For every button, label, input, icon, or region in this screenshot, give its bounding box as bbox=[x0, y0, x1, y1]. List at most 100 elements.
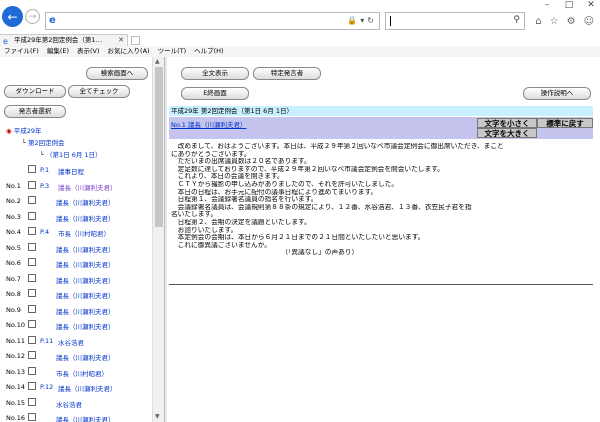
row-speaker-link[interactable]: 議長（川瀬利夫君） bbox=[56, 213, 115, 223]
row-speaker-link[interactable]: 議長（川瀬利夫君） bbox=[56, 352, 115, 362]
row-number: No.12 bbox=[6, 352, 26, 360]
row-speaker-link[interactable]: 議長（川瀬利夫君） bbox=[56, 290, 115, 300]
row-speaker-link[interactable]: 議長（川瀬利夫君） bbox=[58, 383, 117, 393]
row-speaker-link[interactable]: 水谷浩君 bbox=[58, 337, 84, 347]
row-checkbox[interactable] bbox=[28, 227, 36, 235]
check-all-button[interactable]: 全てチェック bbox=[68, 85, 130, 98]
menu-favorites[interactable]: お気に入り(A) bbox=[108, 46, 150, 57]
row-checkbox[interactable] bbox=[28, 351, 36, 359]
page-content: 検索画面へ ダウンロード 全てチェック 発言者選択 ◉ 平成29年 └ 第2回定… bbox=[0, 57, 600, 422]
speaker-select-button[interactable]: 発言者選択 bbox=[4, 105, 66, 118]
specific-speaker-button[interactable]: 特定発言者 bbox=[253, 67, 321, 80]
row-page[interactable]: P.1 bbox=[40, 166, 49, 174]
download-button[interactable]: ダウンロード bbox=[4, 85, 66, 98]
row-speaker-link[interactable]: 議事日程 bbox=[58, 166, 84, 176]
row-speaker-link[interactable]: 市長（川村昭君） bbox=[56, 368, 108, 378]
row-checkbox[interactable] bbox=[28, 382, 36, 390]
speech-line: 名いたします。 bbox=[171, 211, 218, 219]
row-checkbox[interactable] bbox=[28, 258, 36, 266]
font-reset-button[interactable]: 標準に戻す bbox=[537, 118, 593, 128]
favorites-star-icon[interactable]: ☆ bbox=[550, 16, 559, 27]
row-checkbox[interactable] bbox=[28, 304, 36, 313]
row-checkbox[interactable] bbox=[28, 180, 36, 189]
address-bar[interactable]: e 🔒▾↻ bbox=[45, 12, 380, 30]
search-input[interactable]: ⚲ bbox=[385, 12, 525, 30]
row-speaker-link[interactable]: 議長（川瀬利夫君） bbox=[56, 306, 115, 316]
minutes-pane: 全文表示 特定発言者 E終画面 操作説明へ 平成29年 第2回定例会（第1日 6… bbox=[167, 57, 600, 422]
row-checkbox[interactable] bbox=[28, 242, 36, 251]
row-checkbox[interactable] bbox=[28, 273, 36, 282]
address-tools-icons[interactable]: 🔒▾↻ bbox=[347, 16, 377, 25]
row-checkbox[interactable] bbox=[28, 413, 36, 421]
row-speaker-link[interactable]: 市長（川村昭君） bbox=[58, 228, 110, 238]
meeting-header: 平成29年 第2回定例会（第1日 6月 1日） bbox=[169, 106, 593, 116]
tab-close-icon[interactable]: ✕ bbox=[118, 35, 124, 46]
scrollbar-thumb[interactable] bbox=[155, 67, 163, 227]
show-all-button[interactable]: 全文表示 bbox=[181, 67, 249, 80]
row-checkbox[interactable] bbox=[28, 397, 36, 406]
speaker-row: No.1 P.3 議長（川瀬利夫君） bbox=[0, 179, 152, 193]
row-number: No.14 bbox=[6, 383, 26, 391]
row-speaker-link[interactable]: 議長（川瀬利夫君） bbox=[56, 414, 115, 422]
speaker-row: No.12 議長（川瀬利夫君） bbox=[0, 349, 152, 363]
menu-view[interactable]: 表示(V) bbox=[77, 46, 100, 57]
forward-icon[interactable]: → bbox=[25, 9, 40, 24]
row-speaker-link[interactable]: 議長（川瀬利夫君） bbox=[56, 244, 115, 254]
browser-titlebar: ← → e 🔒▾↻ ⚲ – □ ✕ ⌂ ☆ ⚙ ☺ bbox=[0, 0, 600, 34]
smiley-icon[interactable]: ☺ bbox=[584, 16, 594, 27]
tree-date[interactable]: （第1日 6月 1日） bbox=[46, 151, 102, 159]
row-checkbox[interactable] bbox=[28, 335, 36, 344]
font-small-button[interactable]: 文字を小さく bbox=[477, 118, 537, 128]
tab-current[interactable]: e 平成29年第2回定例会（第1… ✕ bbox=[0, 34, 128, 46]
close-icon[interactable]: ✕ bbox=[586, 0, 596, 10]
back-icon[interactable]: ← bbox=[2, 6, 23, 27]
menu-file[interactable]: ファイル(F) bbox=[4, 46, 39, 57]
minimize-icon[interactable]: – bbox=[542, 0, 552, 10]
row-page[interactable]: P.12 bbox=[40, 383, 53, 391]
row-checkbox[interactable] bbox=[28, 165, 36, 173]
row-checkbox[interactable] bbox=[28, 196, 36, 204]
row-speaker-link[interactable]: 議長（川瀬利夫君） bbox=[58, 182, 117, 192]
speech-line: 定足数に達しておりますので、平成２９年第２回いなべ市議会定例会を開会いたします。 bbox=[171, 165, 444, 173]
speaker-row: No.8 議長（川瀬利夫君） bbox=[0, 287, 152, 301]
ie-tab-icon: e bbox=[3, 37, 8, 46]
row-speaker-link[interactable]: 議長（川瀬利夫君） bbox=[56, 197, 115, 207]
row-number: No.15 bbox=[6, 398, 26, 407]
operation-help-button[interactable]: 操作説明へ bbox=[523, 87, 591, 100]
menu-edit[interactable]: 編集(E) bbox=[47, 46, 69, 57]
menu-tools[interactable]: ツール(T) bbox=[158, 46, 187, 57]
scroll-up-icon[interactable]: ▲ bbox=[155, 58, 160, 65]
row-speaker-link[interactable]: 議長（川瀬利夫君） bbox=[56, 321, 115, 331]
menu-help[interactable]: ヘルプ(H) bbox=[194, 46, 223, 57]
close-screen-button[interactable]: E終画面 bbox=[181, 87, 249, 100]
row-checkbox[interactable] bbox=[28, 289, 36, 297]
left-scrollbar[interactable]: ▲ ▼ bbox=[152, 57, 164, 422]
tree-session[interactable]: 第2回定例会 bbox=[28, 139, 65, 147]
speaker-row: No.15 水谷浩君 bbox=[0, 396, 152, 410]
row-page[interactable]: P.3 bbox=[40, 182, 49, 190]
speech-line: 本日の日程は、お手元に配付の議事日程により進めてまいります。 bbox=[171, 188, 378, 196]
home-icon[interactable]: ⌂ bbox=[535, 16, 541, 27]
row-page[interactable]: P.4 bbox=[40, 228, 49, 236]
font-large-button[interactable]: 文字を大きく bbox=[477, 128, 537, 138]
scroll-down-icon[interactable]: ▼ bbox=[155, 413, 160, 420]
row-checkbox[interactable] bbox=[28, 320, 36, 328]
window-controls: – □ ✕ bbox=[542, 0, 596, 10]
maximize-icon[interactable]: □ bbox=[564, 0, 574, 10]
row-speaker-link[interactable]: 議長（川瀬利夫君） bbox=[56, 275, 115, 285]
gear-icon[interactable]: ⚙ bbox=[567, 16, 576, 27]
new-tab-button[interactable] bbox=[131, 36, 140, 45]
row-checkbox[interactable] bbox=[28, 211, 36, 220]
speaker-label[interactable]: No.1 議長（川瀬利夫君） bbox=[171, 119, 247, 129]
tree-year[interactable]: 平成29年 bbox=[14, 127, 42, 135]
speech-line: ただいまの出席議員数は２０名であります。 bbox=[171, 158, 311, 166]
speaker-row: No.13 市長（川村昭君） bbox=[0, 365, 152, 379]
search-icon[interactable]: ⚲ bbox=[513, 15, 520, 25]
row-speaker-link[interactable]: 水谷浩君 bbox=[56, 399, 82, 409]
speaker-row: No.6 議長（川瀬利夫君） bbox=[0, 256, 152, 270]
row-checkbox[interactable] bbox=[28, 366, 36, 375]
row-speaker-link[interactable]: 議長（川瀬利夫君） bbox=[56, 259, 115, 269]
row-number: No.3 bbox=[6, 212, 21, 221]
row-page[interactable]: P.11 bbox=[40, 337, 53, 345]
search-screen-button[interactable]: 検索画面へ bbox=[86, 67, 148, 80]
